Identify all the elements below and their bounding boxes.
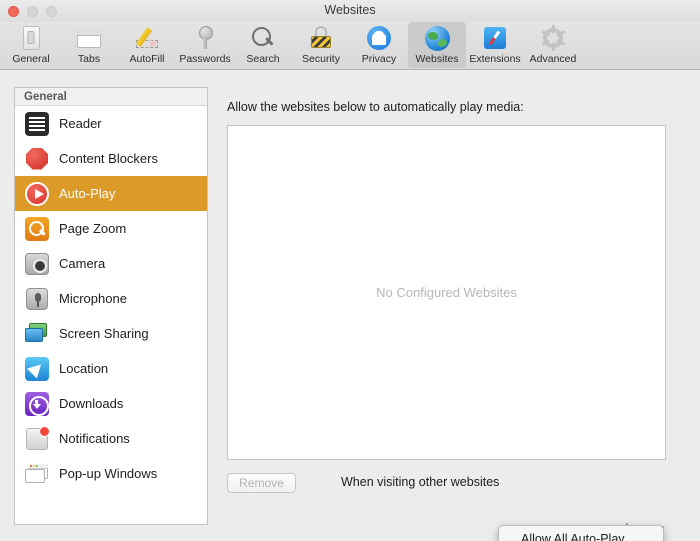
toolbar-label: Search <box>246 53 280 65</box>
content-blockers-icon <box>25 147 49 171</box>
auto-play-icon <box>25 181 49 206</box>
sidebar-item-label: Screen Sharing <box>59 326 149 341</box>
toolbar-item-websites[interactable]: Websites <box>408 22 466 68</box>
sidebar-item-label: Location <box>59 361 109 376</box>
pane-caption: Allow the websites below to automaticall… <box>227 100 524 114</box>
menu-item-label: Allow All Auto-Play <box>521 531 625 541</box>
passwords-icon <box>190 24 220 52</box>
sidebar-item-label: Auto-Play <box>59 186 116 201</box>
sidebar-item-page-zoom[interactable]: Page Zoom <box>15 211 207 246</box>
reader-icon <box>25 111 49 136</box>
websites-icon <box>422 24 452 52</box>
general-icon <box>16 24 46 52</box>
sidebar-item-label: Notifications <box>59 431 130 446</box>
sidebar-item-notifications[interactable]: Notifications <box>15 421 207 456</box>
auto-play-popup-menu[interactable]: Allow All Auto-Play ✓ Stop Media with So… <box>498 525 664 541</box>
toolbar-label: General <box>12 53 50 65</box>
toolbar-item-search[interactable]: Search <box>234 22 292 68</box>
preferences-body: General Reader Content Blockers Auto-Pla… <box>0 71 700 541</box>
toolbar-label: Privacy <box>361 53 397 65</box>
toolbar-item-autofill[interactable]: AutoFill <box>118 22 176 68</box>
other-websites-label: When visiting other websites <box>341 475 500 489</box>
sidebar-item-microphone[interactable]: Microphone <box>15 281 207 316</box>
toolbar-item-privacy[interactable]: Privacy <box>350 22 408 68</box>
screen-sharing-icon <box>25 322 49 346</box>
sidebar-item-label: Pop-up Windows <box>59 466 158 481</box>
empty-state-label: No Configured Websites <box>376 285 517 300</box>
advanced-icon <box>538 24 568 52</box>
location-icon <box>25 356 49 381</box>
extensions-icon <box>480 24 510 52</box>
camera-icon <box>25 252 49 276</box>
autofill-icon <box>132 24 162 52</box>
popup-windows-icon <box>25 462 49 486</box>
page-zoom-icon <box>25 216 49 241</box>
sidebar-item-location[interactable]: Location <box>15 351 207 386</box>
toolbar-item-security[interactable]: Security <box>292 22 350 68</box>
security-icon <box>306 24 336 52</box>
configured-websites-list[interactable]: No Configured Websites <box>227 125 666 460</box>
toolbar-label: Advanced <box>529 53 577 65</box>
toolbar-item-tabs[interactable]: Tabs <box>60 22 118 68</box>
window-title: Websites <box>324 3 376 17</box>
preferences-window: Websites General Tabs AutoFill Passwords… <box>0 0 700 541</box>
toolbar-label: Extensions <box>469 53 521 65</box>
sidebar-item-camera[interactable]: Camera <box>15 246 207 281</box>
search-icon <box>248 24 278 52</box>
toolbar-item-general[interactable]: General <box>2 22 60 68</box>
tabs-icon <box>74 24 104 52</box>
sidebar-item-label: Page Zoom <box>59 221 127 236</box>
preferences-toolbar: General Tabs AutoFill Passwords Search S… <box>0 22 700 70</box>
sidebar-item-reader[interactable]: Reader <box>15 106 207 141</box>
toolbar-label: Tabs <box>77 53 101 65</box>
downloads-icon <box>25 391 49 416</box>
toolbar-item-passwords[interactable]: Passwords <box>176 22 234 68</box>
toolbar-item-advanced[interactable]: Advanced <box>524 22 582 68</box>
menu-item-allow-all-auto-play[interactable]: Allow All Auto-Play <box>499 530 663 541</box>
sidebar-item-content-blockers[interactable]: Content Blockers <box>15 141 207 176</box>
toolbar-item-extensions[interactable]: Extensions <box>466 22 524 68</box>
privacy-icon <box>364 24 394 52</box>
remove-button[interactable]: Remove <box>227 473 296 493</box>
sidebar-item-label: Reader <box>59 116 102 131</box>
sidebar-item-popup-windows[interactable]: Pop-up Windows <box>15 456 207 491</box>
toolbar-label: AutoFill <box>129 53 165 65</box>
sidebar-item-auto-play[interactable]: Auto-Play <box>15 176 207 211</box>
sidebar-item-downloads[interactable]: Downloads <box>15 386 207 421</box>
toolbar-label: Passwords <box>179 53 231 65</box>
notifications-icon <box>25 425 50 451</box>
sidebar-item-label: Camera <box>59 256 106 271</box>
toolbar-label: Websites <box>415 53 459 65</box>
title-bar: Websites <box>0 0 700 22</box>
websites-sidebar: General Reader Content Blockers Auto-Pla… <box>14 87 208 525</box>
sidebar-item-label: Content Blockers <box>59 151 158 166</box>
microphone-icon <box>25 287 49 311</box>
sidebar-item-screen-sharing[interactable]: Screen Sharing <box>15 316 207 351</box>
sidebar-item-label: Microphone <box>59 291 127 306</box>
toolbar-label: Security <box>302 53 340 65</box>
sidebar-group-header: General <box>15 88 207 106</box>
sidebar-item-label: Downloads <box>59 396 124 411</box>
